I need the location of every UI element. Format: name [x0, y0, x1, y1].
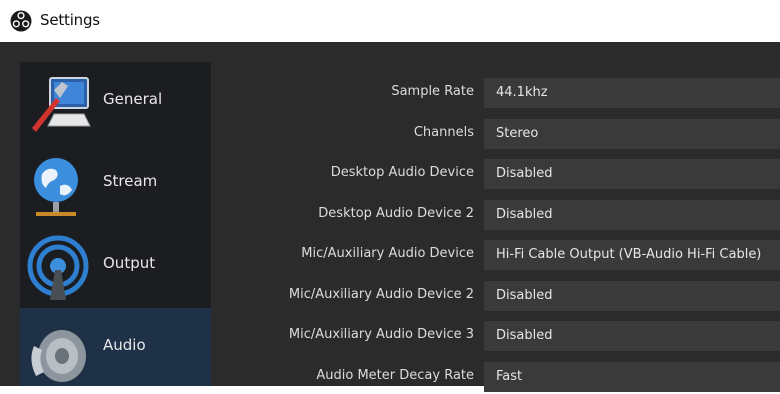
sample-rate-select[interactable]: 44.1khz: [484, 78, 780, 108]
mic-auxiliary-device-row: Mic/Auxiliary Audio Device Hi-Fi Cable O…: [211, 238, 780, 272]
channels-label: Channels: [413, 125, 474, 140]
channels-select[interactable]: Stereo: [484, 119, 780, 149]
obs-logo-icon: [10, 10, 32, 32]
mic-auxiliary-device-select[interactable]: Hi-Fi Cable Output (VB-Audio Hi-Fi Cable…: [484, 240, 780, 270]
mic-auxiliary-device-3-label: Mic/Auxiliary Audio Device 3: [288, 327, 474, 342]
mic-auxiliary-device-2-select[interactable]: Disabled: [484, 281, 780, 311]
sample-rate-label: Sample Rate: [391, 84, 474, 99]
mic-auxiliary-device-3-select[interactable]: Disabled: [484, 321, 780, 351]
general-settings-icon: [32, 77, 91, 132]
desktop-audio-device-label: Desktop Audio Device: [330, 165, 474, 180]
channels-row: Channels Stereo: [211, 117, 780, 151]
desktop-audio-device-2-row: Desktop Audio Device 2 Disabled: [211, 198, 780, 232]
sidebar-item-audio[interactable]: Audio: [20, 308, 211, 386]
mic-auxiliary-device-2-label: Mic/Auxiliary Audio Device 2: [288, 287, 474, 302]
title-bar: Settings: [0, 0, 780, 42]
sidebar-item-output[interactable]: Output: [20, 226, 211, 308]
sidebar-item-label: General: [103, 90, 163, 108]
desktop-audio-device-select[interactable]: Disabled: [484, 159, 780, 189]
desktop-audio-device-2-label: Desktop Audio Device 2: [318, 206, 474, 221]
sidebar-item-stream[interactable]: Stream: [20, 144, 211, 226]
desktop-audio-device-row: Desktop Audio Device Disabled: [211, 157, 780, 191]
sample-rate-row: Sample Rate 44.1khz: [211, 76, 780, 110]
settings-sidebar: General Stream Output Audio: [20, 62, 211, 386]
sidebar-item-general[interactable]: General: [20, 62, 211, 144]
sidebar-item-label: Audio: [103, 336, 146, 354]
mic-auxiliary-device-3-row: Mic/Auxiliary Audio Device 3 Disabled: [211, 319, 780, 353]
audio-speaker-icon: [31, 330, 86, 382]
audio-meter-decay-rate-label: Audio Meter Decay Rate: [316, 368, 474, 383]
audio-settings-panel: Sample Rate 44.1khz Channels Stereo Desk…: [211, 62, 780, 392]
desktop-audio-device-2-select[interactable]: Disabled: [484, 200, 780, 230]
stream-globe-icon: [34, 158, 78, 216]
window-title: Settings: [40, 11, 100, 29]
sidebar-item-label: Stream: [103, 172, 158, 190]
mic-auxiliary-device-label: Mic/Auxiliary Audio Device: [301, 246, 474, 261]
output-antenna-icon: [27, 235, 89, 300]
audio-meter-decay-rate-select[interactable]: Fast: [484, 362, 780, 392]
mic-auxiliary-device-2-row: Mic/Auxiliary Audio Device 2 Disabled: [211, 279, 780, 313]
sidebar-item-label: Output: [103, 254, 156, 272]
audio-meter-decay-rate-row: Audio Meter Decay Rate Fast: [211, 360, 780, 394]
